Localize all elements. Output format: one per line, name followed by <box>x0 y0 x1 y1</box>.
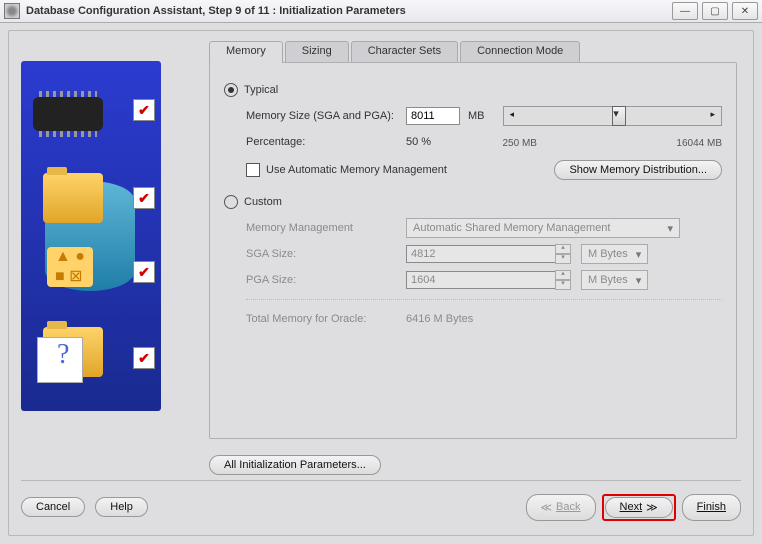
memory-management-select: Automatic Shared Memory Management▾ <box>406 218 680 238</box>
radio-typical[interactable] <box>224 83 238 97</box>
radio-custom-label: Custom <box>244 196 282 208</box>
maximize-button[interactable]: ▢ <box>702 2 728 20</box>
pga-size-label: PGA Size: <box>246 274 406 286</box>
chevron-down-icon: ▾ <box>667 222 673 235</box>
memory-size-input[interactable] <box>406 107 460 125</box>
sga-size-input <box>406 245 556 263</box>
chevron-right-icon: ≫ <box>646 501 658 514</box>
help-button[interactable]: Help <box>95 497 148 517</box>
minimize-button[interactable]: — <box>672 2 698 20</box>
window-title: Database Configuration Assistant, Step 9… <box>26 5 672 17</box>
memory-size-unit: MB <box>468 110 485 122</box>
total-memory-label: Total Memory for Oracle: <box>246 313 406 325</box>
sga-stepper: ▴▾ <box>555 244 571 264</box>
slider-right-arrow-icon[interactable]: ▸ <box>710 109 715 120</box>
cancel-button[interactable]: Cancel <box>21 497 85 517</box>
folders-icon <box>43 173 103 223</box>
radio-typical-label: Typical <box>244 84 278 96</box>
step-check-2: ✔ <box>133 187 155 209</box>
finish-button[interactable]: Finish <box>682 494 741 521</box>
tab-panel-memory: Typical Memory Size (SGA and PGA): MB ◂ … <box>209 62 737 439</box>
slider-max-label: 16044 MB <box>676 138 722 149</box>
sga-size-label: SGA Size: <box>246 248 406 260</box>
pga-stepper: ▴▾ <box>555 270 571 290</box>
radio-custom[interactable] <box>224 195 238 209</box>
close-button[interactable]: ✕ <box>732 2 758 20</box>
pga-size-input <box>406 271 556 289</box>
pga-unit-select: M Bytes▾ <box>581 270 648 290</box>
percentage-label: Percentage: <box>246 136 406 148</box>
sga-unit-select: M Bytes▾ <box>581 244 648 264</box>
dbca-window: Database Configuration Assistant, Step 9… <box>0 0 762 544</box>
question-mark-icon: ? <box>57 339 69 371</box>
checkbox-amm-label: Use Automatic Memory Management <box>266 164 447 176</box>
slider-min-label: 250 MB <box>503 138 537 149</box>
slider-left-arrow-icon[interactable]: ◂ <box>510 109 515 120</box>
tab-strip: Memory Sizing Character Sets Connection … <box>209 41 737 63</box>
memory-management-label: Memory Management <box>246 222 406 234</box>
titlebar: Database Configuration Assistant, Step 9… <box>0 0 762 23</box>
all-init-params-button[interactable]: All Initialization Parameters... <box>209 455 381 475</box>
tab-memory[interactable]: Memory <box>209 41 283 63</box>
slider-thumb[interactable]: ▾ <box>612 106 626 126</box>
app-icon <box>4 3 20 19</box>
wizard-sidebar: ✔ ✔ ▲ ●■ ⊠ ✔ ? ✔ <box>21 61 161 411</box>
tab-sizing[interactable]: Sizing <box>285 41 349 63</box>
shapes-step-icon: ▲ ●■ ⊠ <box>47 247 93 287</box>
memory-size-label: Memory Size (SGA and PGA): <box>246 110 406 122</box>
next-button-highlight: Next≫ <box>602 494 676 521</box>
memory-size-slider[interactable]: ◂ ▾ ▸ <box>503 106 723 126</box>
step-check-3: ✔ <box>133 261 155 283</box>
next-button[interactable]: Next≫ <box>605 497 673 518</box>
chip-icon <box>33 97 103 131</box>
total-memory-value: 6416 M Bytes <box>406 313 473 325</box>
percentage-value: 50 % <box>406 136 460 148</box>
chevron-left-icon: ≪ <box>541 501 553 514</box>
show-memory-distribution-button[interactable]: Show Memory Distribution... <box>554 160 722 180</box>
wizard-footer: Cancel Help ≪Back Next≫ Finish <box>21 480 741 525</box>
step-check-4: ✔ <box>133 347 155 369</box>
checkbox-amm[interactable] <box>246 163 260 177</box>
back-button[interactable]: ≪Back <box>526 494 596 521</box>
tab-connection-mode[interactable]: Connection Mode <box>460 41 580 63</box>
step-check-1: ✔ <box>133 99 155 121</box>
tab-character-sets[interactable]: Character Sets <box>351 41 458 63</box>
